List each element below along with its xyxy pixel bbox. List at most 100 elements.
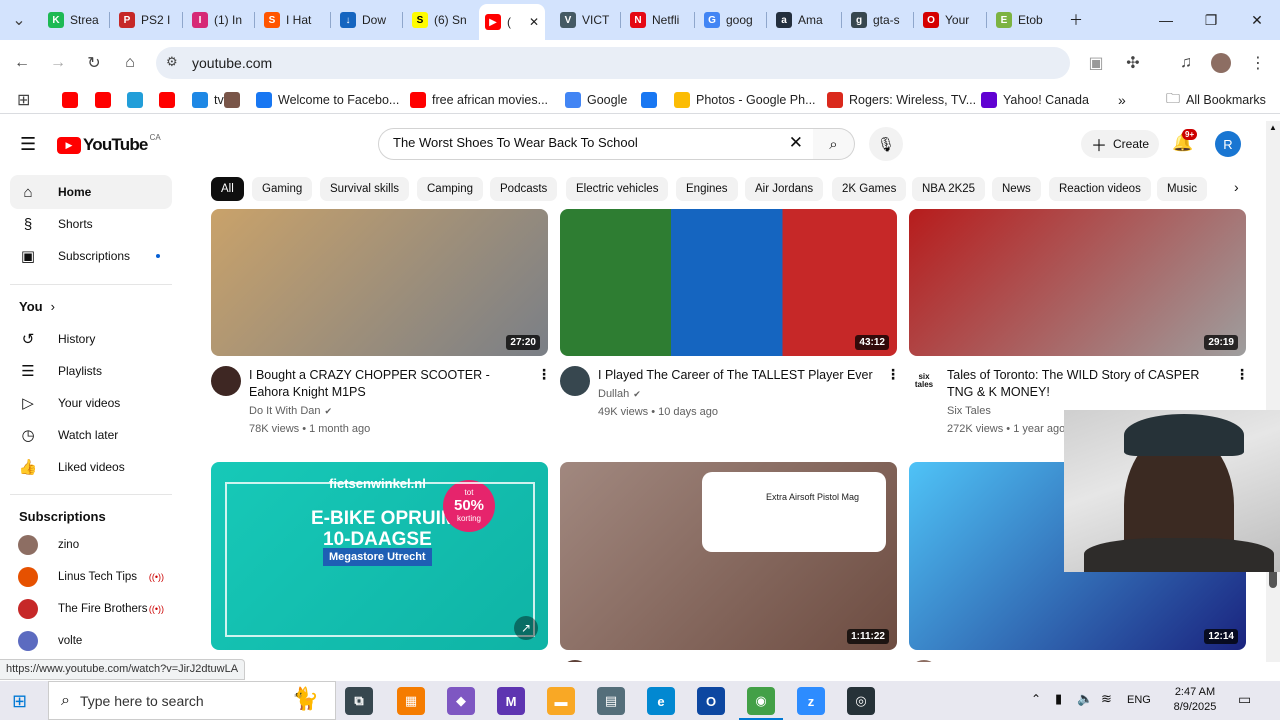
browser-tab[interactable]: N Netfli [624, 6, 688, 34]
bookmark-item[interactable] [159, 91, 181, 109]
video-menu-icon[interactable]: ⋮ [886, 366, 900, 383]
channel-name[interactable]: Six Tales [947, 402, 991, 420]
external-link-icon[interactable]: ↗ [514, 616, 538, 640]
sidebar-item-playlists[interactable]: ☰ Playlists [10, 354, 172, 388]
browser-tab[interactable]: g gta-s [845, 6, 909, 34]
extensions-puzzle-icon[interactable]: ✣ [1122, 52, 1144, 74]
home-icon[interactable]: ⌂ [119, 52, 141, 74]
browser-tab[interactable]: P PS2 I [113, 6, 177, 34]
chrome-menu-icon[interactable]: ⋮ [1247, 52, 1269, 74]
chip-news[interactable]: News [992, 177, 1041, 201]
taskbar-app-zoom[interactable]: z [797, 687, 825, 715]
sidebar-item-liked-videos[interactable]: 👍 Liked videos [10, 450, 172, 484]
video-thumbnail[interactable]: 29:19 [909, 209, 1246, 356]
bookmark-item[interactable] [641, 91, 663, 109]
chip-electric-vehicles[interactable]: Electric vehicles [566, 177, 669, 201]
video-menu-icon[interactable]: ⋮ [1235, 660, 1249, 662]
channel-avatar[interactable] [211, 366, 241, 396]
video-thumbnail[interactable]: 27:20 [211, 209, 548, 356]
video-title[interactable]: erpe e-bikes deals [249, 661, 529, 662]
taskbar-app-explorer[interactable]: ▬ [547, 687, 575, 715]
taskbar-app-obs[interactable]: ◎ [847, 687, 875, 715]
sidebar-item-history[interactable]: ↺ History [10, 322, 172, 356]
video-title[interactable]: I Bought a CRAZY CHOPPER SCOOTER - Eahor… [249, 367, 529, 401]
chip-camping[interactable]: Camping [417, 177, 484, 201]
video-thumbnail[interactable]: 43:12 [560, 209, 897, 356]
browser-tab[interactable]: E Etob [990, 6, 1054, 34]
browser-tab[interactable]: O Your [917, 6, 981, 34]
address-bar[interactable]: ⚙ youtube.com [156, 47, 1070, 79]
sidebar-item-shorts[interactable]: § Shorts [10, 207, 172, 241]
bookmark-item[interactable] [62, 91, 84, 109]
browser-tab[interactable]: ▶ (✕ [479, 4, 545, 40]
sidebar-item-watch-later[interactable]: ◷ Watch later [10, 418, 172, 452]
taskbar-app-store[interactable]: ▦ [397, 687, 425, 715]
video-title[interactable]: 8 BEST NBA TEAMS IF EVERY AGE HAD A TEAM [947, 661, 1227, 662]
browser-tab[interactable]: Ggoog [698, 6, 762, 34]
close-tab-icon[interactable]: ✕ [529, 15, 539, 29]
bookmark-item[interactable]: Google [565, 91, 627, 109]
chip-podcasts[interactable]: Podcasts [490, 177, 558, 201]
chip-air-jordans[interactable]: Air Jordans [745, 177, 824, 201]
bookmark-item[interactable]: Rogers: Wireless, TV... [827, 91, 976, 109]
browser-tab[interactable]: S (6) Sn [406, 6, 470, 34]
bookmarks-overflow-icon[interactable]: » [1118, 91, 1126, 109]
taskbar-search-box[interactable]: ⌕ Type here to search 🐈 [48, 681, 336, 720]
back-icon[interactable]: ← [11, 52, 33, 74]
taskbar-app-outlook[interactable]: O [697, 687, 725, 715]
video-thumbnail[interactable]: 1:11:22 Extra Airsoft Pistol Mag [560, 462, 897, 650]
close-window-button[interactable]: ✕ [1245, 8, 1269, 32]
start-button[interactable]: ⊞ [12, 691, 27, 712]
taskbar-app-copilot[interactable]: ◆ [447, 687, 475, 715]
scrollbar-up-icon[interactable]: ▲ [1269, 123, 1277, 132]
chips-next-icon[interactable]: › [1234, 179, 1239, 195]
language-indicator[interactable]: ENG [1127, 694, 1151, 706]
browser-tab[interactable]: S I Hat [258, 6, 322, 34]
video-menu-icon[interactable]: ⋮ [886, 660, 900, 662]
subscription-item[interactable]: zino [10, 528, 172, 562]
reload-icon[interactable]: ↻ [83, 52, 105, 74]
channel-name[interactable]: Dullah ✔ [598, 385, 641, 403]
video-menu-icon[interactable]: ⋮ [537, 366, 551, 383]
account-avatar[interactable]: R [1215, 131, 1241, 157]
taskbar-app-edge[interactable]: e [647, 687, 675, 715]
subscription-item[interactable]: The Fire Brothers ((•)) [10, 592, 172, 626]
voice-search-button[interactable]: 🎙 [869, 127, 903, 161]
bookmark-item[interactable]: Photos - Google Ph... [674, 91, 816, 109]
bookmark-item[interactable]: tv [192, 91, 224, 109]
create-button[interactable]: ＋ Create [1081, 130, 1159, 158]
clock[interactable]: 2:47 AM 8/9/2025 [1164, 685, 1226, 715]
channel-avatar[interactable] [909, 660, 939, 662]
bookmark-item[interactable]: Yahoo! Canada [981, 91, 1089, 109]
bookmark-item[interactable] [224, 91, 246, 109]
channel-avatar[interactable] [560, 660, 590, 662]
video-menu-icon[interactable]: ⋮ [537, 660, 551, 662]
media-controls-icon[interactable]: ♫ [1175, 52, 1197, 74]
sidebar-you-heading[interactable]: You › [19, 299, 55, 314]
minimize-button[interactable]: — [1154, 8, 1178, 32]
bookmark-item[interactable]: free african movies... [410, 91, 548, 109]
sidebar-item-your-videos[interactable]: ▷ Your videos [10, 386, 172, 420]
search-box[interactable]: ✕ [378, 128, 814, 160]
profile-avatar[interactable] [1211, 53, 1231, 73]
bookmark-item[interactable] [95, 91, 117, 109]
video-title[interactable]: I Played The Career of The TALLEST Playe… [598, 367, 878, 384]
browser-tab[interactable]: a Ama [770, 6, 834, 34]
video-menu-icon[interactable]: ⋮ [1235, 366, 1249, 383]
channel-avatar[interactable] [560, 366, 590, 396]
maximize-button[interactable]: ❐ [1199, 8, 1223, 32]
bookmark-item[interactable]: Welcome to Facebo... [256, 91, 399, 109]
browser-tab[interactable]: K Strea [42, 6, 106, 34]
taskbar-app-m365[interactable]: M [497, 687, 525, 715]
guide-menu-icon[interactable]: ☰ [20, 134, 36, 155]
browser-tab[interactable]: I (1) In [186, 6, 250, 34]
youtube-logo[interactable]: ▶ YouTube CA [57, 133, 161, 155]
site-info-icon[interactable]: ⚙ [166, 54, 178, 70]
bookmark-item[interactable] [127, 91, 149, 109]
extension-icon[interactable]: ▣ [1085, 52, 1107, 74]
scrollbar[interactable]: ▲ ▼ [1266, 121, 1280, 662]
sidebar-item-subscriptions[interactable]: ▣ Subscriptions [10, 239, 172, 273]
new-tab-button[interactable]: ＋ [1064, 8, 1088, 32]
chip-engines[interactable]: Engines [676, 177, 738, 201]
taskbar-app-chrome[interactable]: ◉ [747, 687, 775, 715]
